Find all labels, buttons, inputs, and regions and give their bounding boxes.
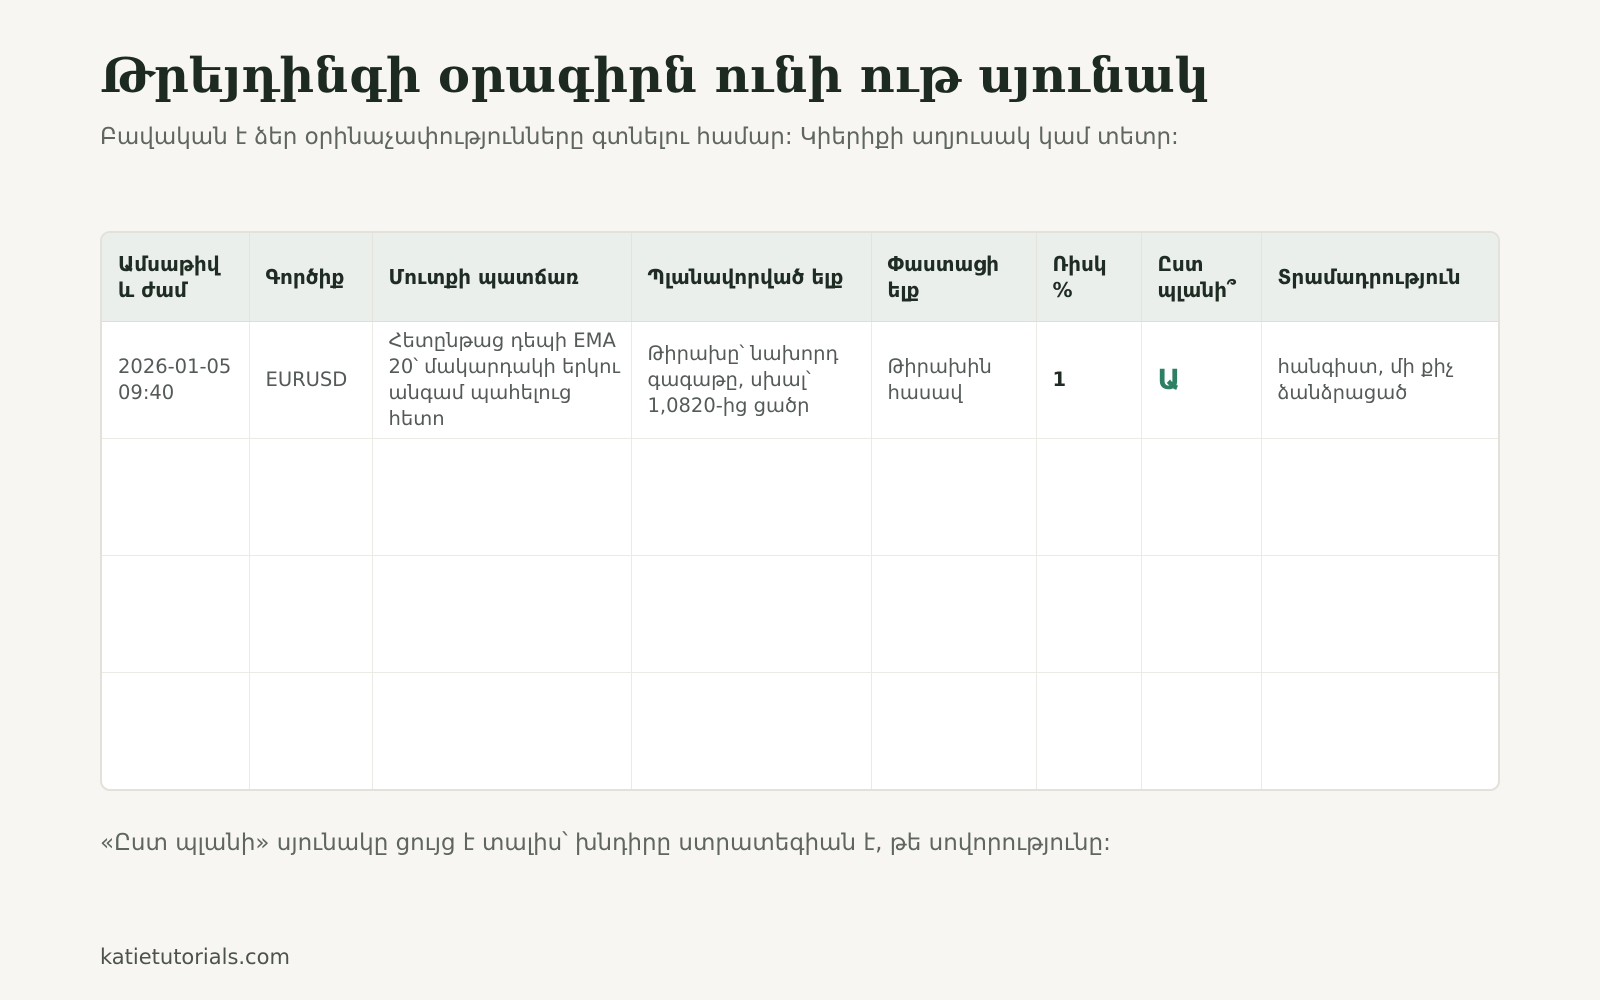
header-actual-exit: Փաստացի ելք (871, 233, 1037, 322)
cell-risk-percent: 1 (1036, 321, 1142, 439)
page-title: Թրեյդինգի օրագիրն ունի ութ սյունակ (100, 48, 1210, 104)
table-cell (1261, 555, 1498, 673)
table-cell (249, 438, 373, 556)
table-cell (102, 672, 250, 789)
table-cell (1261, 438, 1498, 556)
table-cell (1261, 672, 1498, 789)
header-instrument: Գործիք (249, 233, 373, 322)
cell-actual-exit: Թիրախին հասավ (871, 321, 1037, 439)
header-risk-percent: Ռիսկ % (1036, 233, 1142, 322)
cell-entry-reason: Հետընթաց դեպի EMA 20՝ մակարդակի երկու ան… (372, 321, 632, 439)
table-cell (1141, 555, 1262, 673)
footer-site-link[interactable]: katietutorials.com (100, 942, 290, 972)
table-row (102, 555, 1498, 673)
cell-planned-exit: Թիրախը՝ նախորդ գագաթը, սխալ՝ 1,0820-ից ց… (631, 321, 872, 439)
journal-table: Ամսաթիվ և ժամ Գործիք Մուտքի պատճառ Պլանա… (102, 233, 1498, 789)
table-cell (372, 555, 632, 673)
header-planned-exit: Պլանավորված ելք (631, 233, 872, 322)
table-cell (1036, 438, 1142, 556)
header-mood: Տրամադրություն (1261, 233, 1498, 322)
header-date-time: Ամսաթիվ և ժամ (102, 233, 250, 322)
table-cell (102, 555, 250, 673)
table-row (102, 438, 1498, 556)
table-cell (1036, 672, 1142, 789)
journal-table-card: Ամսաթիվ և ժամ Գործիք Մուտքի պատճառ Պլանա… (100, 231, 1500, 791)
table-cell (249, 672, 373, 789)
table-cell (372, 672, 632, 789)
table-cell (1141, 438, 1262, 556)
table-cell (249, 555, 373, 673)
table-note: «Ըստ պլանի» սյունակը ցույց է տալիս՝ խնդի… (100, 830, 1111, 856)
table-cell (631, 555, 872, 673)
table-cell (1036, 555, 1142, 673)
header-per-plan: Ըստ պլանի՞ (1141, 233, 1262, 322)
cell-instrument: EURUSD (249, 321, 373, 439)
cell-per-plan: Ա (1141, 321, 1262, 439)
table-row (102, 672, 1498, 789)
cell-date-time: 2026-01-05 09:40 (102, 321, 250, 439)
table-cell (102, 438, 250, 556)
table-cell (871, 555, 1037, 673)
table-cell (1141, 672, 1262, 789)
table-cell (871, 672, 1037, 789)
table-header-row: Ամսաթիվ և ժամ Գործիք Մուտքի պատճառ Պլանա… (102, 233, 1498, 322)
table-cell (871, 438, 1037, 556)
table-cell (631, 672, 872, 789)
page-subtitle: Բավական է ձեր օրինաչափությունները գտնելո… (100, 124, 1179, 150)
header-entry-reason: Մուտքի պատճառ (372, 233, 632, 322)
cell-mood: հանգիստ, մի քիչ ձանձրացած (1261, 321, 1498, 439)
table-cell (631, 438, 872, 556)
table-cell (372, 438, 632, 556)
table-row: 2026-01-05 09:40 EURUSD Հետընթաց դեպի EM… (102, 321, 1498, 439)
